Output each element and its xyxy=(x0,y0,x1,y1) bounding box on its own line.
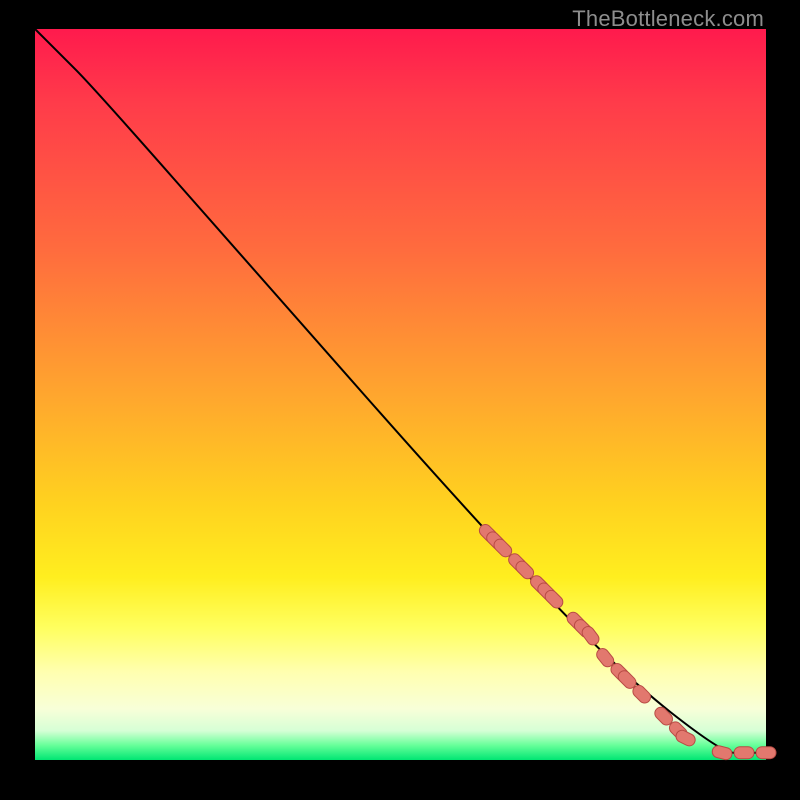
plot-area xyxy=(35,29,766,760)
marker-group xyxy=(477,522,776,761)
chart-frame: TheBottleneck.com xyxy=(0,0,800,800)
data-marker xyxy=(734,747,754,759)
bottleneck-curve xyxy=(35,29,766,753)
data-marker xyxy=(711,744,733,760)
chart-svg xyxy=(35,29,766,760)
data-marker xyxy=(756,747,776,759)
